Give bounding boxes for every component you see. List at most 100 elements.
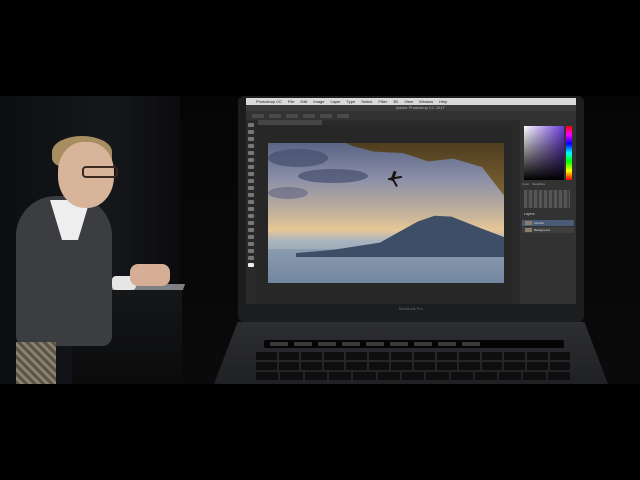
panel-icon-strip[interactable] xyxy=(512,120,520,304)
layer-row[interactable]: Background xyxy=(522,227,574,233)
key[interactable] xyxy=(301,362,322,370)
key[interactable] xyxy=(280,372,303,380)
blur-tool-icon[interactable] xyxy=(248,207,254,211)
key[interactable] xyxy=(368,362,390,370)
key[interactable] xyxy=(474,372,498,380)
key[interactable] xyxy=(256,352,277,360)
key[interactable] xyxy=(436,352,458,360)
menu-item[interactable]: Window xyxy=(419,98,433,105)
eyedropper-tool-icon[interactable] xyxy=(248,158,254,162)
move-tool-icon[interactable] xyxy=(248,123,254,127)
type-tool-icon[interactable] xyxy=(248,228,254,232)
key[interactable] xyxy=(504,362,525,370)
key[interactable] xyxy=(499,372,522,380)
key[interactable] xyxy=(547,372,571,380)
tab-color[interactable]: Color xyxy=(522,182,529,187)
layer-row[interactable]: Climber xyxy=(522,220,574,226)
key[interactable] xyxy=(526,362,548,370)
key[interactable] xyxy=(459,352,480,360)
key[interactable] xyxy=(414,352,435,360)
color-picker-field[interactable] xyxy=(524,126,564,180)
tab-swatches[interactable]: Swatches xyxy=(532,182,545,187)
touchbar-button[interactable] xyxy=(462,342,480,346)
hand-tool-icon[interactable] xyxy=(248,249,254,253)
marquee-tool-icon[interactable] xyxy=(248,130,254,134)
climber-photo[interactable] xyxy=(268,143,504,283)
key[interactable] xyxy=(414,362,435,370)
menu-item[interactable]: Image xyxy=(313,98,324,105)
menu-item[interactable]: Edit xyxy=(300,98,307,105)
touchbar-button[interactable] xyxy=(342,342,360,346)
key[interactable] xyxy=(278,362,300,370)
stamp-tool-icon[interactable] xyxy=(248,179,254,183)
key[interactable] xyxy=(278,352,300,360)
menu-item[interactable]: File xyxy=(288,98,294,105)
touchbar-button[interactable] xyxy=(294,342,312,346)
menu-item[interactable]: 3D xyxy=(393,98,398,105)
key[interactable] xyxy=(401,372,425,380)
key[interactable] xyxy=(391,362,413,370)
touch-bar[interactable] xyxy=(264,340,564,348)
crop-tool-icon[interactable] xyxy=(248,151,254,155)
dodge-tool-icon[interactable] xyxy=(248,214,254,218)
key[interactable] xyxy=(346,362,367,370)
key[interactable] xyxy=(328,372,352,380)
key[interactable] xyxy=(304,372,327,380)
shape-tool-icon[interactable] xyxy=(248,242,254,246)
gradient-tool-icon[interactable] xyxy=(248,200,254,204)
option-control[interactable] xyxy=(303,113,315,118)
eraser-tool-icon[interactable] xyxy=(248,193,254,197)
touchbar-button[interactable] xyxy=(390,342,408,346)
menu-item[interactable]: Filter xyxy=(378,98,387,105)
key[interactable] xyxy=(459,362,480,370)
touchbar-button[interactable] xyxy=(414,342,432,346)
path-select-icon[interactable] xyxy=(248,235,254,239)
pen-tool-icon[interactable] xyxy=(248,221,254,225)
option-control[interactable] xyxy=(320,113,332,118)
hue-slider[interactable] xyxy=(566,126,572,180)
option-control[interactable] xyxy=(286,113,298,118)
history-brush-icon[interactable] xyxy=(248,186,254,190)
key[interactable] xyxy=(353,372,376,380)
key[interactable] xyxy=(368,352,390,360)
option-control[interactable] xyxy=(269,113,281,118)
key[interactable] xyxy=(523,372,546,380)
key[interactable] xyxy=(377,372,400,380)
key[interactable] xyxy=(526,352,548,360)
touchbar-button[interactable] xyxy=(366,342,384,346)
menu-item[interactable]: Select xyxy=(361,98,372,105)
menu-item[interactable]: Type xyxy=(347,98,356,105)
key[interactable] xyxy=(301,352,322,360)
brush-tool-icon[interactable] xyxy=(248,172,254,176)
foreground-color-swatch[interactable] xyxy=(248,263,254,267)
canvas-area[interactable] xyxy=(256,125,512,304)
key[interactable] xyxy=(391,352,413,360)
menu-item[interactable]: Help xyxy=(439,98,447,105)
key[interactable] xyxy=(549,362,571,370)
key[interactable] xyxy=(323,352,345,360)
menu-item[interactable]: Layer xyxy=(331,98,341,105)
key[interactable] xyxy=(450,372,473,380)
menu-item[interactable]: View xyxy=(404,98,413,105)
key[interactable] xyxy=(549,352,571,360)
key[interactable] xyxy=(256,362,277,370)
touchbar-button[interactable] xyxy=(270,342,288,346)
key[interactable] xyxy=(481,352,503,360)
swatch-grid[interactable] xyxy=(524,190,570,208)
key[interactable] xyxy=(481,362,503,370)
key[interactable] xyxy=(346,352,367,360)
zoom-tool-icon[interactable] xyxy=(248,256,254,260)
touchbar-button[interactable] xyxy=(318,342,336,346)
key[interactable] xyxy=(426,372,449,380)
touchbar-button[interactable] xyxy=(438,342,456,346)
quick-select-tool-icon[interactable] xyxy=(248,144,254,148)
option-control[interactable] xyxy=(337,113,349,118)
menu-item[interactable]: Photoshop CC xyxy=(256,98,282,105)
key[interactable] xyxy=(436,362,458,370)
healing-tool-icon[interactable] xyxy=(248,165,254,169)
key[interactable] xyxy=(504,352,525,360)
key[interactable] xyxy=(323,362,345,370)
option-control[interactable] xyxy=(252,113,264,118)
lasso-tool-icon[interactable] xyxy=(248,137,254,141)
key[interactable] xyxy=(256,372,279,380)
